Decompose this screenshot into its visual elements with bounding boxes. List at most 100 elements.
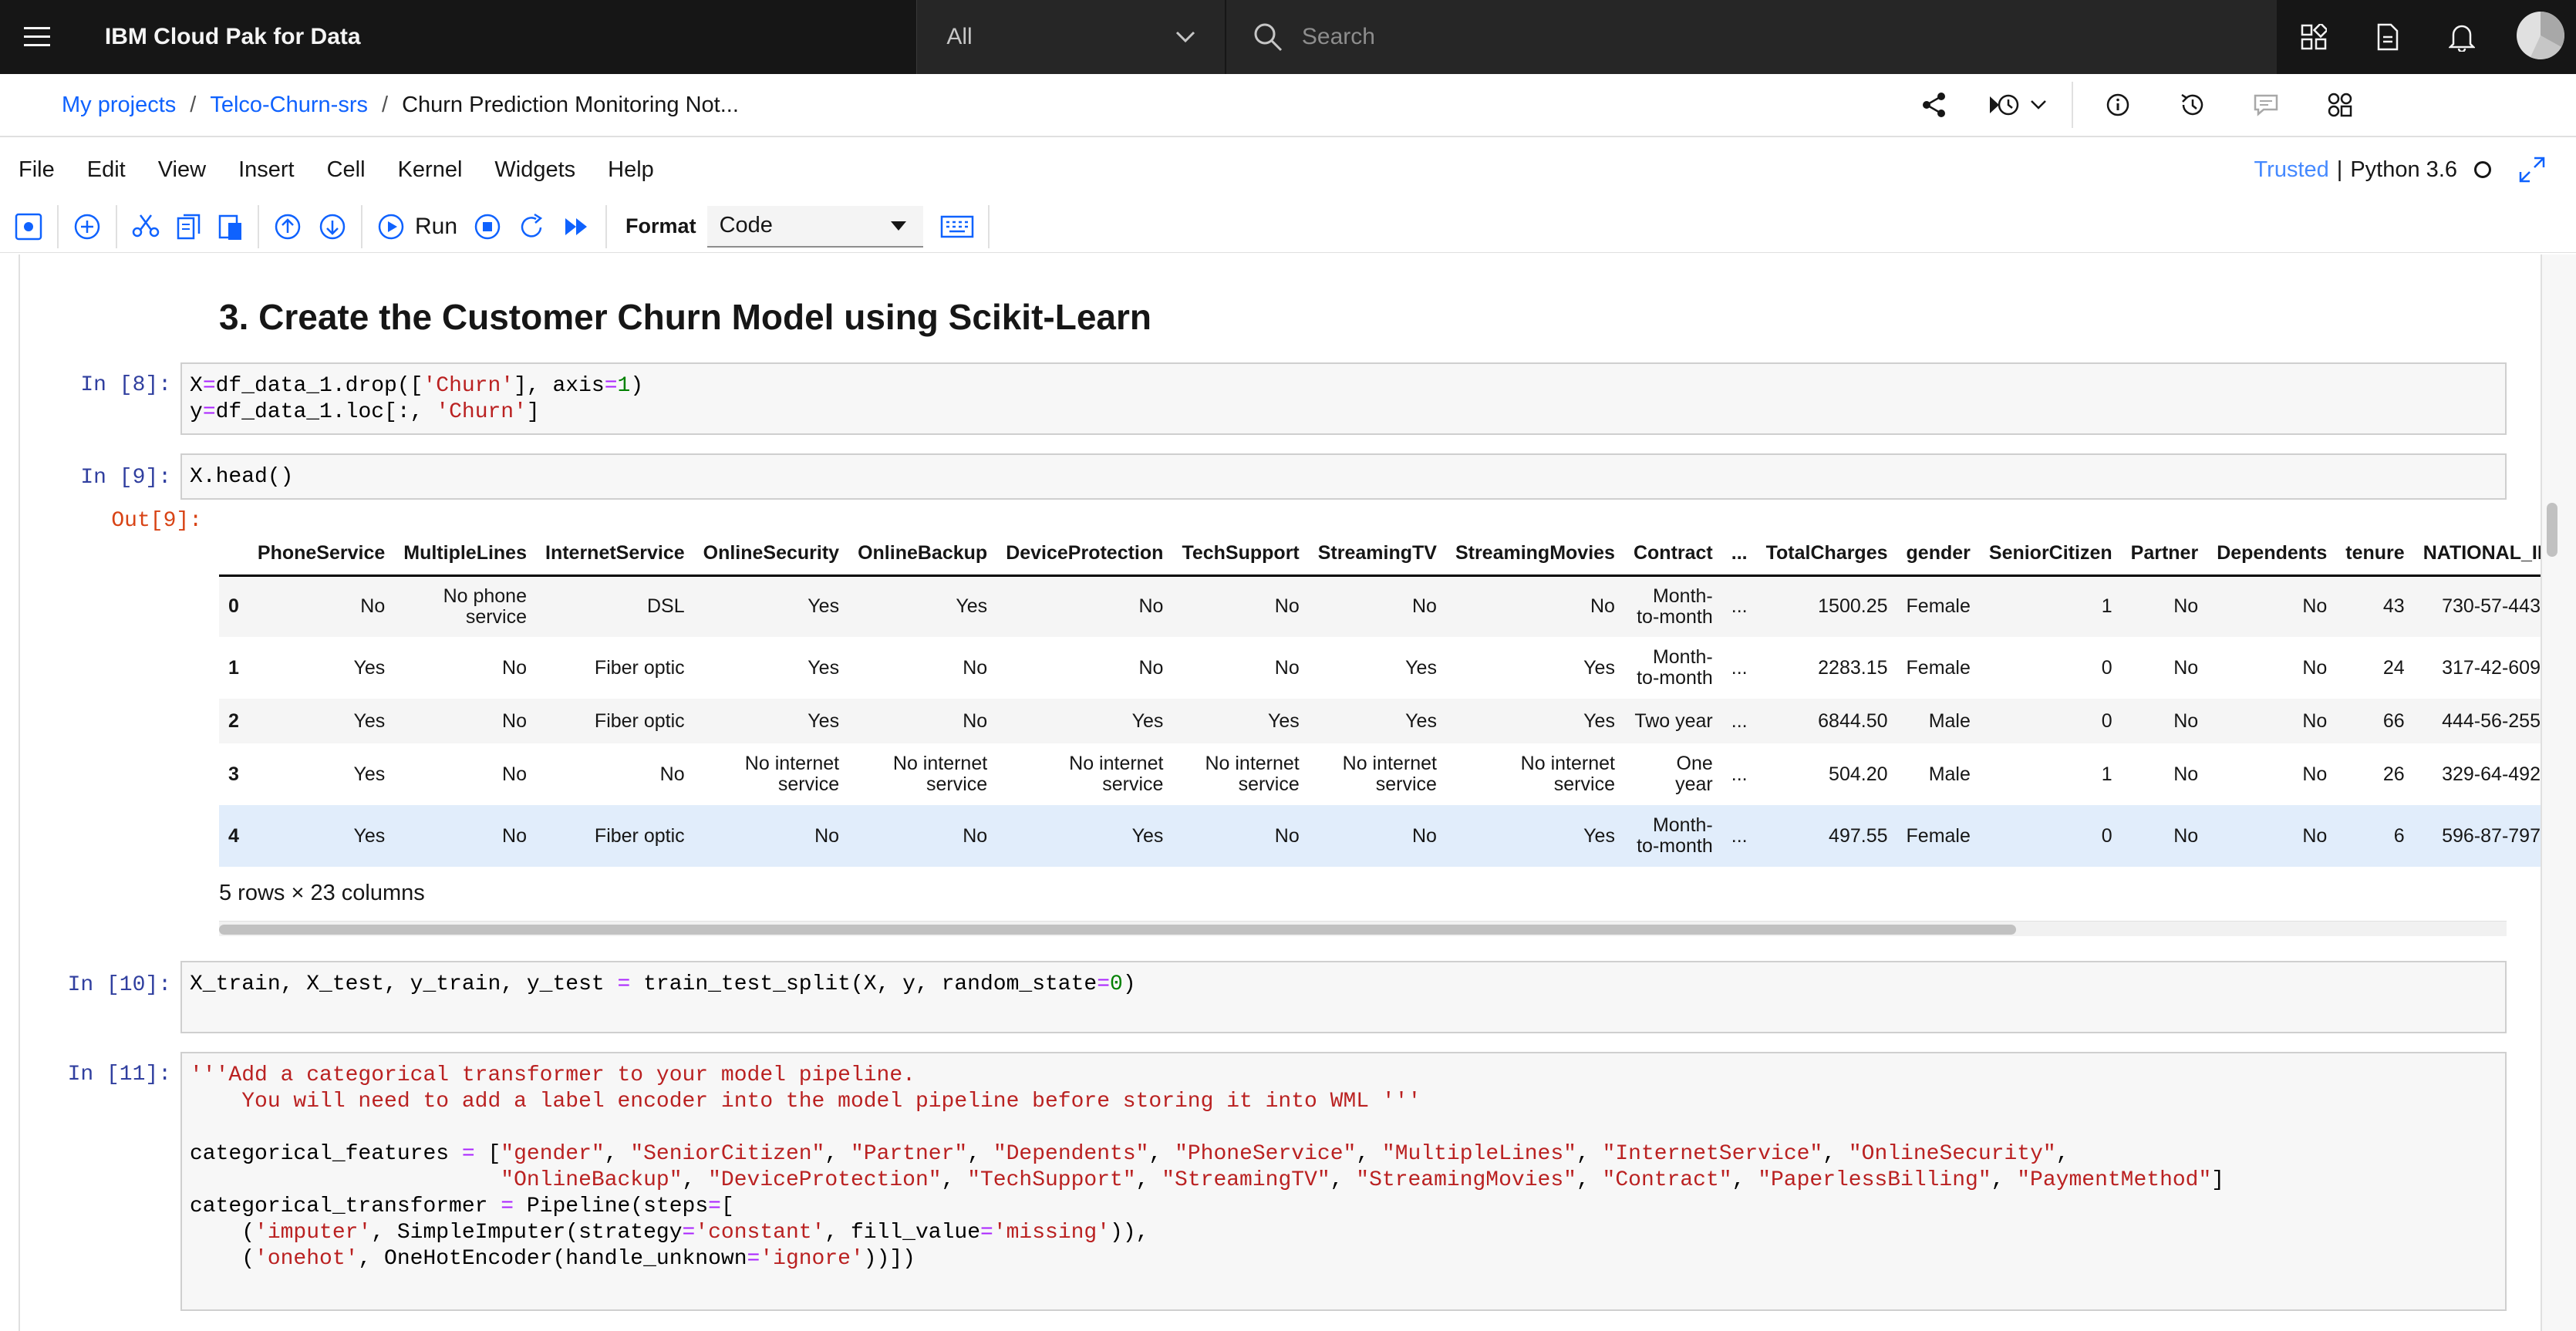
copy-icon [177, 214, 201, 239]
comments-icon[interactable] [2229, 73, 2303, 136]
dataframe-cell: Yes [1445, 637, 1624, 699]
expand-icon[interactable] [2519, 157, 2545, 183]
dataframe-cell: No [2121, 743, 2208, 805]
dataframe-cell: Female [1897, 805, 1980, 867]
trusted-indicator[interactable]: Trusted [2254, 157, 2329, 183]
dataframe-cell: 2283.15 [1756, 637, 1897, 699]
row-index: 1 [219, 637, 248, 699]
dataframe-cell: No internet service [693, 743, 849, 805]
dataframe-cell: 1 [1979, 743, 2122, 805]
breadcrumb-my-projects[interactable]: My projects [62, 93, 176, 118]
breadcrumb-separator: / [190, 92, 197, 117]
dataframe-cell: No internet service [996, 743, 1173, 805]
hamburger-menu-icon[interactable] [0, 0, 74, 74]
dataframe-summary: 5 rows × 23 columns [219, 881, 425, 905]
history-icon[interactable] [2155, 73, 2229, 136]
dataframe-cell: Yes [848, 575, 997, 637]
share-icon[interactable] [1897, 73, 1971, 136]
move-down-button[interactable] [310, 205, 355, 248]
input-prompt: In [8]: [80, 373, 171, 397]
scope-dropdown[interactable]: All [916, 0, 1225, 74]
menu-view[interactable]: View [158, 157, 206, 183]
menu-edit[interactable]: Edit [87, 157, 126, 183]
input-prompt: In [9]: [80, 466, 171, 490]
breadcrumb-current-notebook: Churn Prediction Monitoring Not... [402, 92, 739, 117]
breadcrumb-project[interactable]: Telco-Churn-srs [210, 93, 368, 118]
format-label: Format [625, 214, 696, 238]
code-cell-10[interactable]: X_train, X_test, y_train, y_test = train… [180, 961, 2507, 1033]
dataframe-cell: No [1445, 575, 1624, 637]
cell-type-select[interactable]: Code [706, 205, 923, 248]
dataframe-cell: No [1308, 575, 1446, 637]
dataframe-cell: No internet service [1308, 743, 1446, 805]
scrollbar-thumb[interactable] [2547, 503, 2557, 557]
dataframe-row: 3 Yes No No No internet service No internet s… [219, 743, 2541, 805]
code-cell-9[interactable]: X.head() [180, 453, 2507, 500]
dataframe-cell: 504.20 [1756, 743, 1897, 805]
dataframe-cell: No [394, 699, 536, 743]
code-cell-8[interactable]: X=df_data_1.drop(['Churn'], axis=1) y=df… [180, 362, 2507, 435]
input-prompt: In [10]: [67, 973, 171, 997]
dataframe-cell: No [248, 575, 395, 637]
dataframe-cell: 24 [2336, 637, 2414, 699]
search-input[interactable]: Search [1224, 0, 2278, 74]
kernel-name[interactable]: Python 3.6 [2350, 157, 2457, 183]
version-history-dropdown[interactable] [1971, 73, 2064, 136]
dataframe-cell: Yes [1445, 805, 1624, 867]
dataframe-cell: Yes [693, 575, 849, 637]
breadcrumb: My projects / Telco-Churn-srs / Churn Pr… [62, 93, 1897, 118]
run-button[interactable]: Run [369, 205, 465, 248]
menu-insert[interactable]: Insert [238, 157, 295, 183]
restart-button[interactable] [510, 205, 555, 248]
dataframe-cell: 6844.50 [1756, 699, 1897, 743]
command-palette-button[interactable] [932, 205, 982, 248]
kernel-status: Trusted | Python 3.6 [2254, 157, 2545, 183]
dataframe-cell: 444-56-2555 [2413, 699, 2541, 743]
top-navigation-bar: IBM Cloud Pak for Data All Search [0, 0, 2576, 74]
search-placeholder: Search [1301, 24, 1375, 49]
notification-bell-icon[interactable] [2425, 0, 2499, 74]
document-icon[interactable] [2351, 0, 2425, 74]
dataframe-cell: No [2121, 637, 2208, 699]
scrollbar-thumb[interactable] [219, 925, 2016, 935]
notebook-vertical-scrollbar[interactable] [2542, 254, 2576, 1331]
copy-button[interactable] [168, 205, 210, 248]
dataframe-cell: No internet service [1445, 743, 1624, 805]
notebook-area[interactable]: 3. Create the Customer Churn Model using… [19, 254, 2542, 1331]
arrow-up-icon [275, 214, 301, 239]
menu-help[interactable]: Help [608, 157, 654, 183]
run-all-button[interactable] [555, 205, 599, 248]
move-up-button[interactable] [265, 205, 310, 248]
menu-widgets[interactable]: Widgets [494, 157, 575, 183]
dataframe-cell: No [848, 637, 997, 699]
code-cell-11[interactable]: '''Add a categorical transformer to your… [180, 1052, 2507, 1311]
interrupt-button[interactable] [465, 205, 510, 248]
menu-cell[interactable]: Cell [327, 157, 366, 183]
dataframe-cell: ... [1721, 575, 1757, 637]
dataframe-cell: ... [1721, 699, 1757, 743]
markdown-heading: 3. Create the Customer Churn Model using… [219, 297, 1151, 337]
data-assets-icon[interactable] [2303, 73, 2377, 136]
menu-kernel[interactable]: Kernel [398, 157, 463, 183]
insert-cell-button[interactable] [65, 205, 110, 248]
save-button[interactable] [6, 205, 51, 248]
dataframe-cell: No [2207, 637, 2337, 699]
column-header: OnlineSecurity [693, 532, 849, 577]
switcher-icon[interactable] [2277, 0, 2351, 74]
info-icon[interactable] [2081, 73, 2155, 136]
breadcrumb-separator: / [382, 92, 389, 117]
cut-button[interactable] [123, 205, 168, 248]
column-header: MultipleLines [394, 532, 536, 577]
paste-button[interactable] [210, 205, 251, 248]
user-avatar[interactable] [2505, 0, 2576, 71]
cell-type-value: Code [719, 213, 773, 238]
dataframe-cell: 317-42-6092 [2413, 637, 2541, 699]
output-horizontal-scrollbar[interactable] [219, 921, 2507, 936]
dataframe-cell: Yes [693, 699, 849, 743]
dataframe-cell: No [394, 805, 536, 867]
dataframe-cell: 6 [2336, 805, 2414, 867]
dataframe-cell: 1500.25 [1756, 575, 1897, 637]
dataframe-cell: No [1308, 805, 1446, 867]
product-name[interactable]: IBM Cloud Pak for Data [105, 24, 917, 50]
menu-file[interactable]: File [19, 157, 55, 183]
